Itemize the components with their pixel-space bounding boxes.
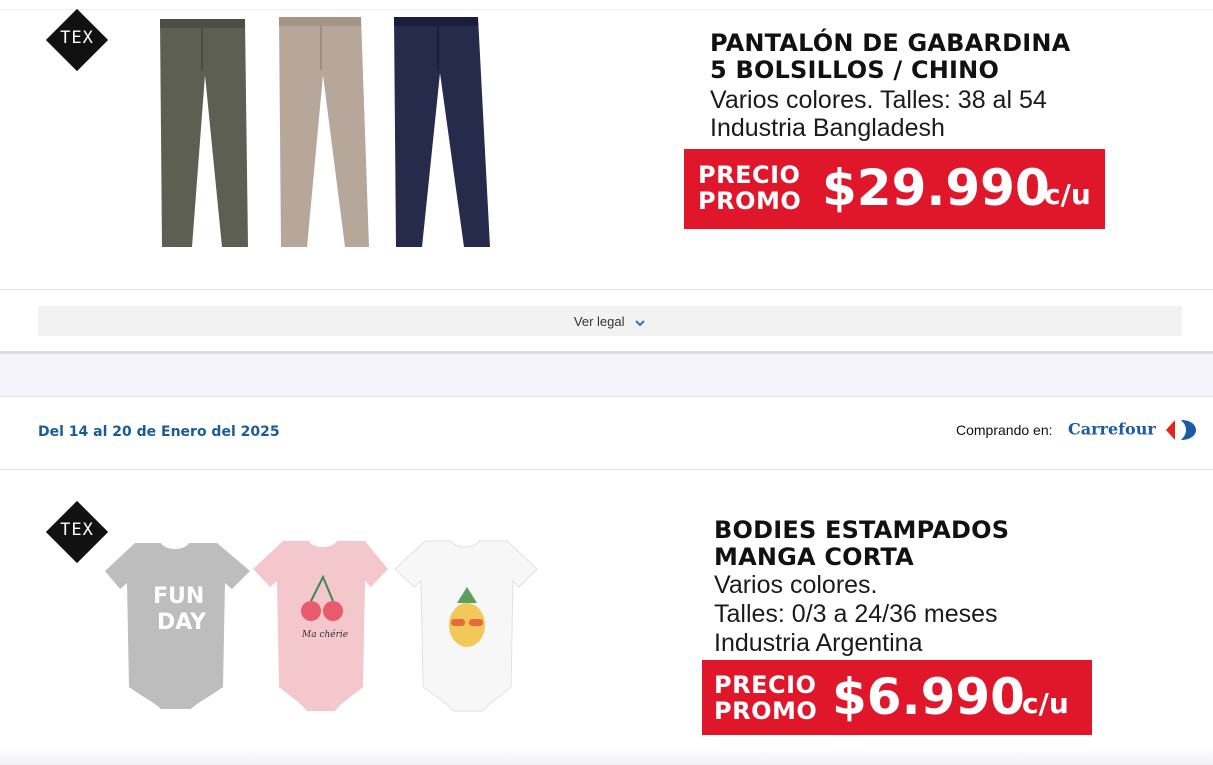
product-description: Varios colores. Talles: 38 al 54 Industr… bbox=[710, 86, 1047, 142]
price-value: $6.990 bbox=[832, 668, 1025, 726]
tex-brand-logo: TEX bbox=[45, 8, 109, 72]
fun-print: FUN bbox=[153, 584, 204, 609]
price-value: $29.990 bbox=[822, 159, 1050, 217]
product-card-bodies: TEX FUN DAY Ma chérie BODIES ESTAMPADOS … bbox=[0, 470, 1213, 748]
pants-icon bbox=[160, 17, 490, 247]
price-badge: PRECIO PROMO $29.990 c/u bbox=[684, 149, 1105, 229]
buying-in-label: Comprando en: bbox=[956, 422, 1053, 438]
chevron-down-icon bbox=[635, 319, 645, 326]
ma-cherie-print: Ma chérie bbox=[301, 629, 348, 640]
section-separator bbox=[0, 351, 1213, 397]
product-card-pants: TEX PANTALÓN DE GABARDINA 5 BOLSILLOS / … bbox=[0, 8, 1213, 289]
carrefour-icon bbox=[1166, 420, 1197, 440]
product-description: Varios colores. Talles: 0/3 a 24/36 mese… bbox=[714, 571, 998, 657]
ver-legal-label: Ver legal bbox=[573, 314, 625, 329]
tex-brand-logo: TEX bbox=[45, 500, 109, 564]
price-badge: PRECIO PROMO $6.990 c/u bbox=[702, 660, 1092, 735]
divider bbox=[0, 289, 1213, 290]
product-title: PANTALÓN DE GABARDINA 5 BOLSILLOS / CHIN… bbox=[710, 29, 1071, 84]
ver-legal-button[interactable]: Ver legal bbox=[38, 306, 1182, 336]
day-print: DAY bbox=[157, 610, 207, 635]
offer-date-range: Del 14 al 20 de Enero del 2025 bbox=[38, 424, 280, 440]
bottom-edge bbox=[0, 748, 1213, 765]
baby-bodysuit-icon: FUN DAY Ma chérie bbox=[105, 540, 538, 712]
price-unit: c/u bbox=[1022, 687, 1069, 720]
price-unit: c/u bbox=[1044, 178, 1091, 211]
product-title: BODIES ESTAMPADOS MANGA CORTA bbox=[714, 516, 1010, 571]
carrefour-logo: Carrefour bbox=[1068, 419, 1197, 441]
